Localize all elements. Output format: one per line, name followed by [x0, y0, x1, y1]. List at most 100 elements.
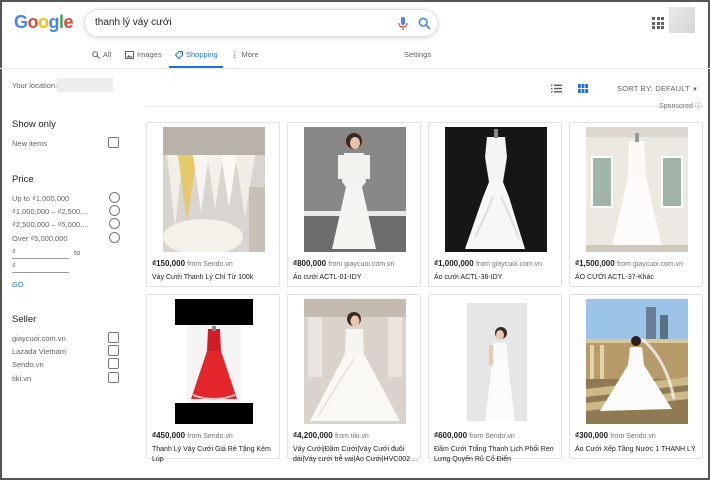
- product-image[interactable]: [163, 299, 265, 424]
- seller-checkbox[interactable]: [108, 372, 119, 383]
- google-logo[interactable]: Google: [14, 12, 74, 33]
- info-icon: ⓘ: [694, 103, 702, 110]
- product-seller[interactable]: from giaycuoi.com.vn: [617, 261, 683, 268]
- product-image[interactable]: [445, 127, 547, 252]
- header-divider: [0, 68, 710, 69]
- product-seller[interactable]: from giaycuoi.com.vn: [328, 261, 394, 268]
- price-range-option[interactable]: Over ₫5,000,000: [12, 234, 68, 243]
- apps-grid-icon[interactable]: [652, 17, 664, 29]
- product-price: ₫450,000: [152, 431, 186, 440]
- price-line: ₫1,500,000 from giaycuoi.com.vn: [575, 259, 683, 268]
- product-card[interactable]: ₫150,000 from Sendo.vn Váy Cưới Thanh Lý…: [146, 122, 280, 287]
- new-items-checkbox[interactable]: [108, 137, 119, 148]
- tab-all[interactable]: All: [92, 50, 111, 59]
- settings-label: Settings: [404, 50, 432, 59]
- product-image[interactable]: [304, 299, 406, 424]
- product-title[interactable]: Áo cưới ACTL-36-IDY: [434, 273, 562, 283]
- seller-option[interactable]: tiki.vn: [12, 374, 31, 383]
- filter-new-items[interactable]: New items: [12, 139, 47, 148]
- price-line: ₫1,000,000 from giaycuoi.com.vn: [434, 259, 542, 268]
- product-card[interactable]: ₫300,000 from Sendo.vn Áo Cưới Xếp Tầng …: [569, 294, 703, 459]
- avatar[interactable]: [669, 7, 695, 33]
- product-price: ₫1,500,000: [575, 259, 615, 268]
- tab-shopping[interactable]: Shopping: [175, 50, 218, 59]
- location-label: Your location:: [12, 81, 58, 90]
- product-card[interactable]: ₫800,000 from giaycuoi.com.vn Áo cưới AC…: [287, 122, 421, 287]
- search-icon[interactable]: [418, 17, 431, 30]
- seller-option[interactable]: Lazada Vietnam: [12, 347, 66, 356]
- seller-option[interactable]: giaycuoi.com.vn: [12, 334, 66, 343]
- product-seller[interactable]: from Sendo.vn: [469, 433, 515, 440]
- max-price-field[interactable]: ₫: [12, 259, 69, 273]
- product-title[interactable]: ÁO CƯỚI ACTL-37-Khác: [575, 273, 703, 283]
- price-range-option[interactable]: ₫2,500,000 – ₫5,000,...: [12, 220, 89, 229]
- tab-more[interactable]: ⋮ More: [231, 50, 259, 59]
- price-line: ₫800,000 from giaycuoi.com.vn: [293, 259, 394, 268]
- product-price: ₫600,000: [434, 431, 468, 440]
- tab-label: All: [103, 50, 112, 59]
- price-range-option[interactable]: Up to ₫1,000,000: [12, 194, 69, 203]
- product-price: ₫4,200,000: [293, 431, 333, 440]
- product-title[interactable]: Váy Cưới|Đầm Cưới|Váy Cưới đuôi dài|Váy …: [293, 445, 421, 465]
- product-seller[interactable]: from Sendo.vn: [187, 261, 233, 268]
- price-range-radio[interactable]: [109, 205, 120, 216]
- product-price: ₫800,000: [293, 259, 327, 268]
- min-price-field[interactable]: ₫: [12, 245, 69, 259]
- product-title[interactable]: Áo cưới ACTL-01-IDY: [293, 273, 421, 283]
- location-value-blurred[interactable]: [57, 78, 113, 92]
- show-only-title: Show only: [12, 119, 56, 130]
- sponsored-text: Sponsored: [659, 103, 693, 110]
- caret-down-icon: ▼: [691, 87, 699, 93]
- price-go-button[interactable]: GO: [12, 280, 24, 289]
- search-input[interactable]: [95, 17, 385, 28]
- search-icon: [92, 50, 100, 59]
- product-seller[interactable]: from tiki.vn: [335, 433, 369, 440]
- product-title[interactable]: Thanh Lý Váy Cưới Giá Rẻ Tặng Kèm Lúp: [152, 445, 280, 465]
- sort-label: SORT BY: DEFAULT: [617, 84, 690, 93]
- product-title[interactable]: Váy Cưới Thanh Lý Chỉ Từ 100k: [152, 273, 280, 283]
- price-title: Price: [12, 174, 34, 185]
- product-image[interactable]: [304, 127, 406, 252]
- settings-link[interactable]: Settings: [404, 50, 431, 59]
- product-image[interactable]: [445, 299, 547, 424]
- seller-checkbox[interactable]: [108, 332, 119, 343]
- price-range-radio[interactable]: [109, 218, 120, 229]
- price-line: ₫600,000 from Sendo.vn: [434, 431, 515, 440]
- toolbar-divider: [146, 106, 704, 107]
- seller-checkbox[interactable]: [108, 358, 119, 369]
- product-title[interactable]: Áo Cưới Xếp Tầng Nước 1 THANH LÝ: [575, 445, 703, 455]
- search-box[interactable]: [84, 9, 438, 37]
- seller-option[interactable]: Sendo.vn: [12, 360, 44, 369]
- product-seller[interactable]: from Sendo.vn: [610, 433, 656, 440]
- price-to-label: to: [74, 248, 81, 257]
- sponsored-label[interactable]: Sponsored ⓘ: [659, 101, 702, 111]
- product-image[interactable]: [586, 127, 688, 252]
- grid-view-icon[interactable]: [578, 84, 588, 93]
- product-title[interactable]: Đầm Cưới Trắng Thanh Lịch Phối Ren Lưng …: [434, 445, 562, 465]
- product-card[interactable]: ₫1,500,000 from giaycuoi.com.vn ÁO CƯỚI …: [569, 122, 703, 287]
- product-card[interactable]: ₫450,000 from Sendo.vn Thanh Lý Váy Cưới…: [146, 294, 280, 463]
- more-icon: ⋮: [231, 50, 239, 59]
- price-range-radio[interactable]: [109, 232, 120, 243]
- tab-label: Images: [137, 50, 162, 59]
- tab-images[interactable]: Images: [125, 50, 162, 59]
- list-view-icon[interactable]: [551, 84, 562, 93]
- product-image[interactable]: [586, 299, 688, 424]
- seller-checkbox[interactable]: [108, 345, 119, 356]
- product-image[interactable]: [163, 127, 265, 252]
- product-seller[interactable]: from Sendo.vn: [187, 433, 233, 440]
- product-card[interactable]: ₫4,200,000 from tiki.vn Váy Cưới|Đầm Cướ…: [287, 294, 421, 463]
- product-card[interactable]: ₫1,000,000 from giaycuoi.com.vn Áo cưới …: [428, 122, 562, 287]
- product-seller[interactable]: from giaycuoi.com.vn: [476, 261, 542, 268]
- product-price: ₫1,000,000: [434, 259, 474, 268]
- sort-dropdown[interactable]: SORT BY: DEFAULT ▼: [617, 84, 698, 93]
- price-range-radio[interactable]: [109, 192, 120, 203]
- price-line: ₫4,200,000 from tiki.vn: [293, 431, 369, 440]
- tab-label: Shopping: [186, 50, 218, 59]
- price-line: ₫300,000 from Sendo.vn: [575, 431, 656, 440]
- price-range-option[interactable]: ₫1,000,000 – ₫2,500,...: [12, 207, 89, 216]
- microphone-icon[interactable]: [398, 17, 408, 30]
- product-price: ₫150,000: [152, 259, 186, 268]
- price-line: ₫450,000 from Sendo.vn: [152, 431, 233, 440]
- product-card[interactable]: ₫600,000 from Sendo.vn Đầm Cưới Trắng Th…: [428, 294, 562, 463]
